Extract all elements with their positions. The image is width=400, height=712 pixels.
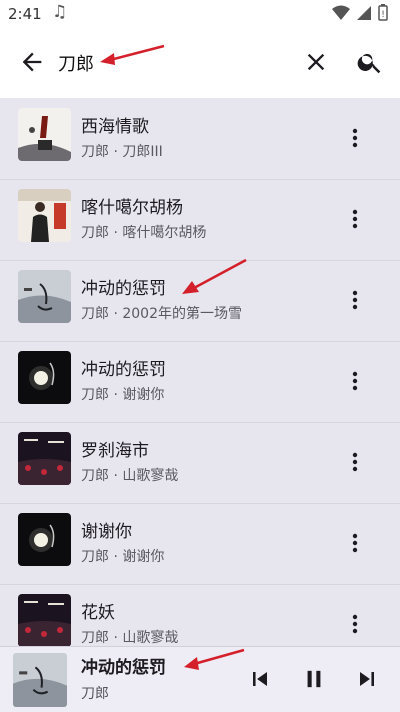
status-icons: ! [332, 4, 388, 21]
album-art [18, 270, 71, 323]
more-options-icon[interactable] [346, 531, 364, 555]
search-icon[interactable] [356, 48, 384, 76]
signal-icon [357, 5, 371, 20]
more-options-icon[interactable] [346, 612, 364, 636]
now-playing-album-art [13, 653, 67, 707]
list-item[interactable]: 冲动的惩罚 刀郎 · 谢谢你 [0, 341, 400, 423]
skip-next-icon[interactable] [353, 665, 381, 693]
album-art [18, 513, 71, 566]
battery-icon: ! [378, 4, 388, 21]
close-icon[interactable] [302, 48, 330, 76]
song-title: 花妖 [81, 603, 115, 623]
music-note-icon: ♫ [52, 2, 68, 22]
now-playing-title: 冲动的惩罚 [81, 658, 166, 678]
song-title: 冲动的惩罚 [81, 360, 166, 380]
album-art [18, 594, 71, 646]
list-item[interactable]: 喀什噶尔胡杨 刀郎 · 喀什噶尔胡杨 [0, 179, 400, 261]
status-bar: 2:41 ♫ ! [0, 0, 400, 26]
album-art [18, 432, 71, 485]
song-subtitle: 刀郎 · 谢谢你 [81, 549, 165, 565]
album-art [18, 189, 71, 242]
more-options-icon[interactable] [346, 288, 364, 312]
song-title: 冲动的惩罚 [81, 279, 166, 299]
status-time: 2:41 [8, 5, 42, 23]
song-subtitle: 刀郎 · 2002年的第一场雪 [81, 306, 242, 322]
song-subtitle: 刀郎 · 谢谢你 [81, 387, 165, 403]
more-options-icon[interactable] [346, 450, 364, 474]
more-options-icon[interactable] [346, 207, 364, 231]
more-options-icon[interactable] [346, 126, 364, 150]
skip-previous-icon[interactable] [246, 665, 274, 693]
back-arrow-icon[interactable] [18, 48, 46, 76]
song-title: 西海情歌 [81, 117, 149, 137]
song-subtitle: 刀郎 · 喀什噶尔胡杨 [81, 225, 207, 241]
svg-text:!: ! [381, 10, 385, 20]
more-options-icon[interactable] [346, 369, 364, 393]
search-input[interactable]: 刀郎 [58, 50, 94, 76]
list-item[interactable]: 花妖 刀郎 · 山歌寥哉 [0, 584, 400, 646]
song-title: 谢谢你 [81, 522, 132, 542]
wifi-icon [332, 5, 350, 20]
album-art [18, 351, 71, 404]
list-item[interactable]: 罗刹海市 刀郎 · 山歌寥哉 [0, 422, 400, 504]
song-list: 西海情歌 刀郎 · 刀郎III 喀什噶尔胡杨 刀郎 · 喀什噶尔胡杨 冲动的惩罚… [0, 98, 400, 646]
list-item[interactable]: 西海情歌 刀郎 · 刀郎III [0, 98, 400, 180]
search-bar: 刀郎 [0, 26, 400, 99]
song-subtitle: 刀郎 · 山歌寥哉 [81, 630, 179, 646]
song-title: 喀什噶尔胡杨 [81, 198, 183, 218]
pause-icon[interactable] [300, 665, 328, 693]
list-item[interactable]: 冲动的惩罚 刀郎 · 2002年的第一场雪 [0, 260, 400, 342]
now-playing-artist: 刀郎 [81, 686, 109, 702]
song-subtitle: 刀郎 · 山歌寥哉 [81, 468, 179, 484]
mini-player[interactable]: 冲动的惩罚 刀郎 [0, 646, 400, 712]
song-subtitle: 刀郎 · 刀郎III [81, 144, 163, 160]
song-title: 罗刹海市 [81, 441, 149, 461]
list-item[interactable]: 谢谢你 刀郎 · 谢谢你 [0, 503, 400, 585]
album-art [18, 108, 71, 161]
